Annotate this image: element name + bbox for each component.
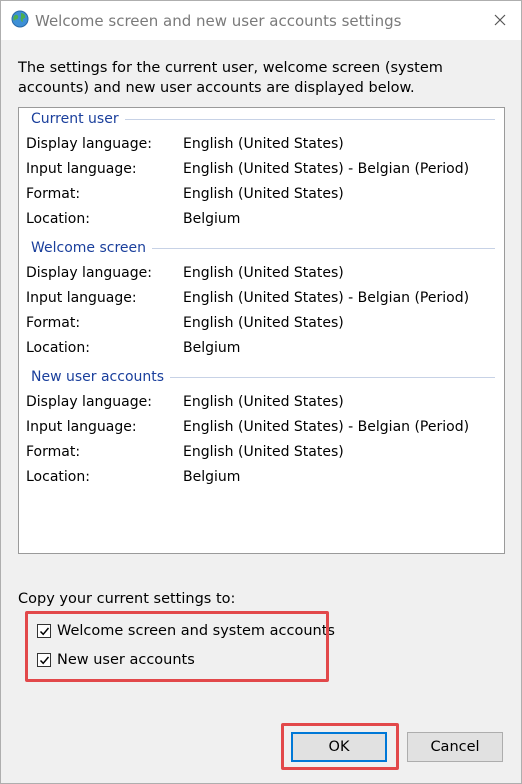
ok-button[interactable]: OK	[291, 732, 387, 762]
section-title: Current user	[31, 111, 119, 127]
setting-label: Location:	[26, 211, 90, 227]
section-header-current-user: Current user	[31, 110, 495, 128]
setting-value: English (United States)	[183, 315, 344, 331]
setting-label: Display language:	[26, 265, 152, 281]
setting-label: Display language:	[26, 394, 152, 410]
setting-value: Belgium	[183, 469, 241, 485]
globe-icon	[11, 10, 29, 28]
checkmark-icon	[39, 627, 50, 636]
section-title: New user accounts	[31, 369, 165, 385]
setting-row: Location: Belgium	[26, 469, 496, 489]
setting-label: Display language:	[26, 136, 152, 152]
setting-label: Input language:	[26, 161, 137, 177]
setting-row: Format: English (United States)	[26, 315, 496, 335]
window-title: Welcome screen and new user accounts set…	[35, 12, 402, 30]
setting-row: Location: Belgium	[26, 211, 496, 231]
setting-row: Location: Belgium	[26, 340, 496, 360]
setting-value: English (United States) - Belgian (Perio…	[183, 161, 470, 177]
setting-row: Display language: English (United States…	[26, 265, 496, 285]
section-header-welcome-screen: Welcome screen	[31, 239, 495, 257]
setting-value: Belgium	[183, 340, 241, 356]
checkbox-label: Welcome screen and system accounts	[57, 623, 335, 639]
setting-row: Display language: English (United States…	[26, 136, 496, 156]
setting-label: Location:	[26, 340, 90, 356]
setting-label: Input language:	[26, 419, 137, 435]
setting-label: Format:	[26, 186, 81, 202]
setting-label: Format:	[26, 315, 81, 331]
setting-label: Input language:	[26, 290, 137, 306]
setting-row: Input language: English (United States) …	[26, 290, 496, 310]
setting-row: Input language: English (United States) …	[26, 419, 496, 439]
checkbox-label: New user accounts	[57, 652, 195, 668]
setting-row: Input language: English (United States) …	[26, 161, 496, 181]
welcome-screen-checkbox[interactable]	[37, 624, 51, 638]
section-divider	[170, 377, 495, 378]
checkmark-icon	[39, 656, 50, 665]
title-bar: Welcome screen and new user accounts set…	[1, 1, 521, 40]
section-divider	[152, 248, 495, 249]
setting-value: English (United States)	[183, 265, 344, 281]
setting-value: English (United States)	[183, 444, 344, 460]
setting-value: Belgium	[183, 211, 241, 227]
new-user-accounts-checkbox-row[interactable]: New user accounts	[37, 649, 195, 671]
setting-row: Format: English (United States)	[26, 444, 496, 464]
section-header-new-user-accounts: New user accounts	[31, 368, 495, 386]
setting-value: English (United States)	[183, 186, 344, 202]
section-title: Welcome screen	[31, 240, 147, 256]
setting-row: Display language: English (United States…	[26, 394, 496, 414]
setting-value: English (United States)	[183, 136, 344, 152]
setting-label: Format:	[26, 444, 81, 460]
close-icon[interactable]	[489, 9, 511, 31]
dialog-window: Welcome screen and new user accounts set…	[0, 0, 522, 784]
setting-label: Location:	[26, 469, 90, 485]
settings-panel: Current user Display language: English (…	[18, 107, 505, 554]
intro-text: The settings for the current user, welco…	[18, 60, 443, 96]
section-divider	[124, 119, 495, 120]
new-user-accounts-checkbox[interactable]	[37, 653, 51, 667]
setting-row: Format: English (United States)	[26, 186, 496, 206]
copy-settings-label: Copy your current settings to:	[18, 591, 236, 607]
setting-value: English (United States) - Belgian (Perio…	[183, 419, 470, 435]
setting-value: English (United States)	[183, 394, 344, 410]
cancel-button[interactable]: Cancel	[407, 732, 503, 762]
welcome-screen-checkbox-row[interactable]: Welcome screen and system accounts	[37, 620, 335, 642]
setting-value: English (United States) - Belgian (Perio…	[183, 290, 470, 306]
